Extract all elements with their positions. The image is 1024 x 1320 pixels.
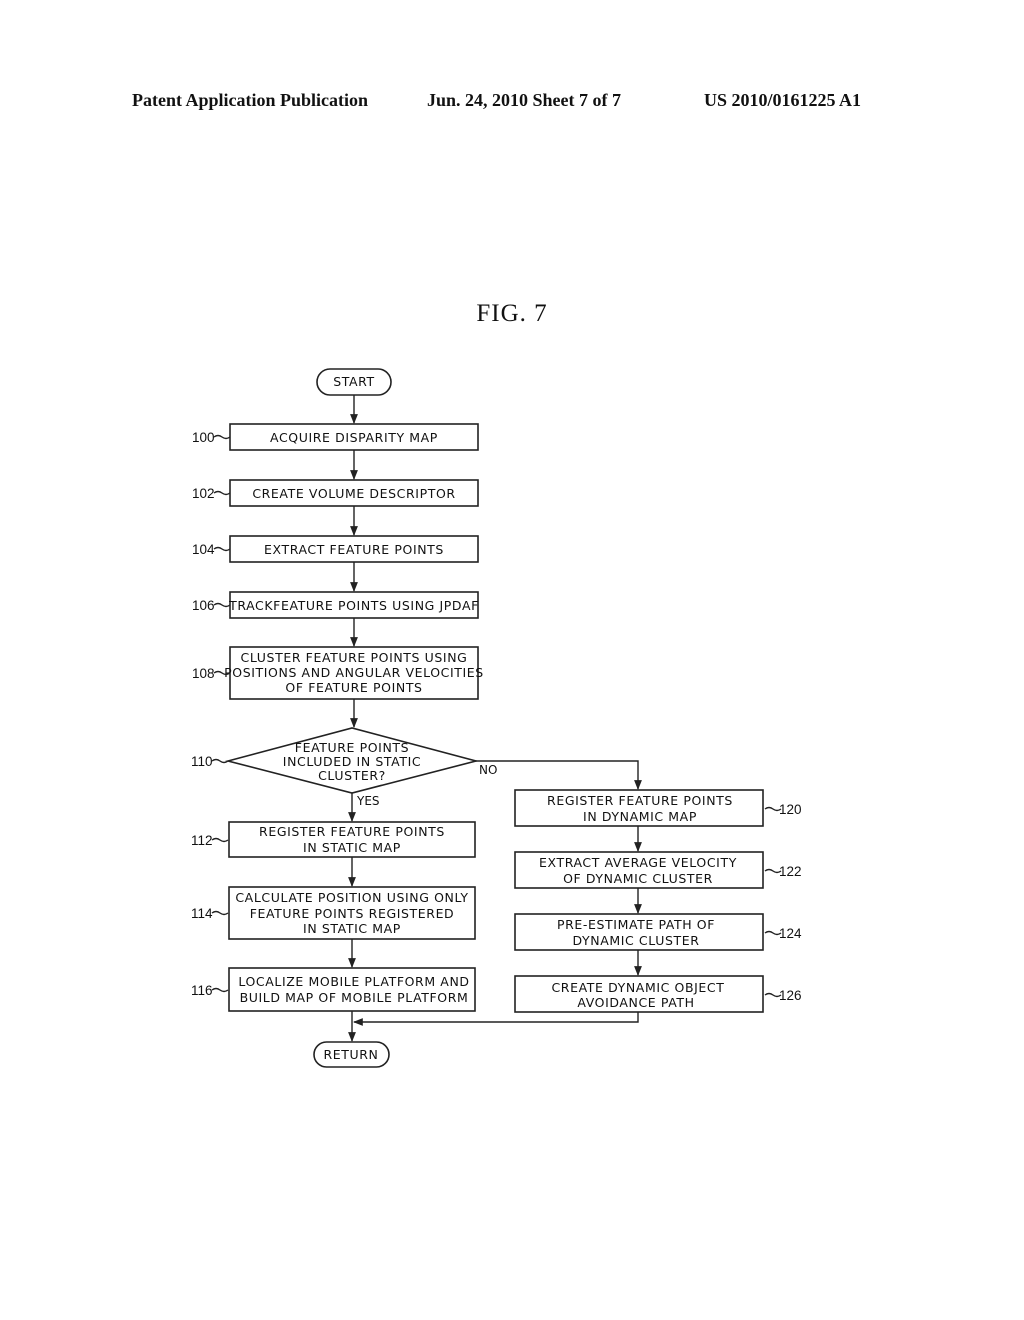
- ref-104: 104: [192, 542, 215, 557]
- ref-116: 116: [191, 983, 213, 998]
- start-label: START: [333, 374, 375, 389]
- ref-108: 108: [192, 666, 215, 681]
- leader-104: [213, 546, 231, 552]
- step-106: TRACKFEATURE POINTS USING JPDAF 106: [192, 591, 479, 619]
- leader-112: [211, 837, 229, 843]
- ref-112: 112: [191, 833, 213, 848]
- ref-126: 126: [779, 988, 802, 1003]
- ref-106: 106: [192, 598, 215, 613]
- arrow-126-merge: [353, 1012, 639, 1026]
- step-106-text: TRACKFEATURE POINTS USING JPDAF: [228, 598, 479, 613]
- step-100-text: ACQUIRE DISPARITY MAP: [270, 430, 438, 445]
- step-104-text: EXTRACT FEATURE POINTS: [264, 542, 444, 557]
- step-116-text-1: LOCALIZE MOBILE PLATFORM AND: [238, 974, 469, 989]
- step-116: LOCALIZE MOBILE PLATFORM AND BUILD MAP O…: [191, 967, 476, 1012]
- step-114: CALCULATE POSITION USING ONLY FEATURE PO…: [191, 886, 476, 940]
- return-label: RETURN: [323, 1047, 378, 1062]
- ref-102: 102: [192, 486, 215, 501]
- start-terminal: START: [316, 368, 392, 396]
- step-114-text-1: CALCULATE POSITION USING ONLY: [235, 890, 468, 905]
- step-112: REGISTER FEATURE POINTS IN STATIC MAP 11…: [191, 821, 476, 858]
- decision-110-text-2: INCLUDED IN STATIC: [283, 754, 421, 769]
- step-126: CREATE DYNAMIC OBJECT AVOIDANCE PATH 126: [514, 975, 802, 1013]
- step-124-text-2: DYNAMIC CLUSTER: [572, 933, 699, 948]
- flowchart: START ACQUIRE DISPARITY MAP 100 CREATE V…: [191, 368, 802, 1068]
- step-116-text-2: BUILD MAP OF MOBILE PLATFORM: [240, 990, 469, 1005]
- step-126-text-1: CREATE DYNAMIC OBJECT: [551, 980, 724, 995]
- ref-120: 120: [779, 802, 802, 817]
- step-100: ACQUIRE DISPARITY MAP 100: [192, 423, 479, 451]
- step-124: PRE-ESTIMATE PATH OF DYNAMIC CLUSTER 124: [514, 913, 802, 951]
- step-102: CREATE VOLUME DESCRIPTOR 102: [192, 479, 479, 507]
- step-112-text-1: REGISTER FEATURE POINTS: [259, 824, 445, 839]
- ref-110: 110: [191, 754, 213, 769]
- ref-124: 124: [779, 926, 802, 941]
- decision-110: FEATURE POINTS INCLUDED IN STATIC CLUSTE…: [191, 727, 497, 808]
- step-102-text: CREATE VOLUME DESCRIPTOR: [252, 486, 455, 501]
- step-122-text-1: EXTRACT AVERAGE VELOCITY: [539, 855, 737, 870]
- ref-100: 100: [192, 430, 215, 445]
- step-114-text-2: FEATURE POINTS REGISTERED: [250, 906, 455, 921]
- return-terminal: RETURN: [313, 1041, 390, 1068]
- step-108-text-2: POSITIONS AND ANGULAR VELOCITIES: [224, 665, 484, 680]
- step-108-text-1: CLUSTER FEATURE POINTS USING: [241, 650, 468, 665]
- step-124-text-1: PRE-ESTIMATE PATH OF: [557, 917, 715, 932]
- yes-label: YES: [356, 794, 380, 808]
- step-108: CLUSTER FEATURE POINTS USING POSITIONS A…: [192, 646, 484, 700]
- step-126-text-2: AVOIDANCE PATH: [577, 995, 694, 1010]
- decision-110-text-3: CLUSTER?: [318, 768, 386, 783]
- step-122-text-2: OF DYNAMIC CLUSTER: [563, 871, 713, 886]
- ref-114: 114: [191, 906, 213, 921]
- leader-106: [213, 602, 231, 608]
- arrow-110-120-no: [474, 760, 642, 790]
- leader-114: [211, 910, 229, 916]
- step-120-text-1: REGISTER FEATURE POINTS: [547, 793, 733, 808]
- no-label: NO: [479, 763, 497, 777]
- step-104: EXTRACT FEATURE POINTS 104: [192, 535, 479, 563]
- step-120: REGISTER FEATURE POINTS IN DYNAMIC MAP 1…: [514, 789, 802, 827]
- leader-116: [211, 987, 229, 993]
- step-122: EXTRACT AVERAGE VELOCITY OF DYNAMIC CLUS…: [514, 851, 802, 889]
- ref-122: 122: [779, 864, 802, 879]
- step-114-text-3: IN STATIC MAP: [303, 921, 401, 936]
- step-108-text-3: OF FEATURE POINTS: [285, 680, 422, 695]
- decision-110-text-1: FEATURE POINTS: [295, 740, 409, 755]
- step-120-text-2: IN DYNAMIC MAP: [583, 809, 697, 824]
- leader-102: [213, 490, 231, 496]
- leader-100: [213, 434, 231, 440]
- step-112-text-2: IN STATIC MAP: [303, 840, 401, 855]
